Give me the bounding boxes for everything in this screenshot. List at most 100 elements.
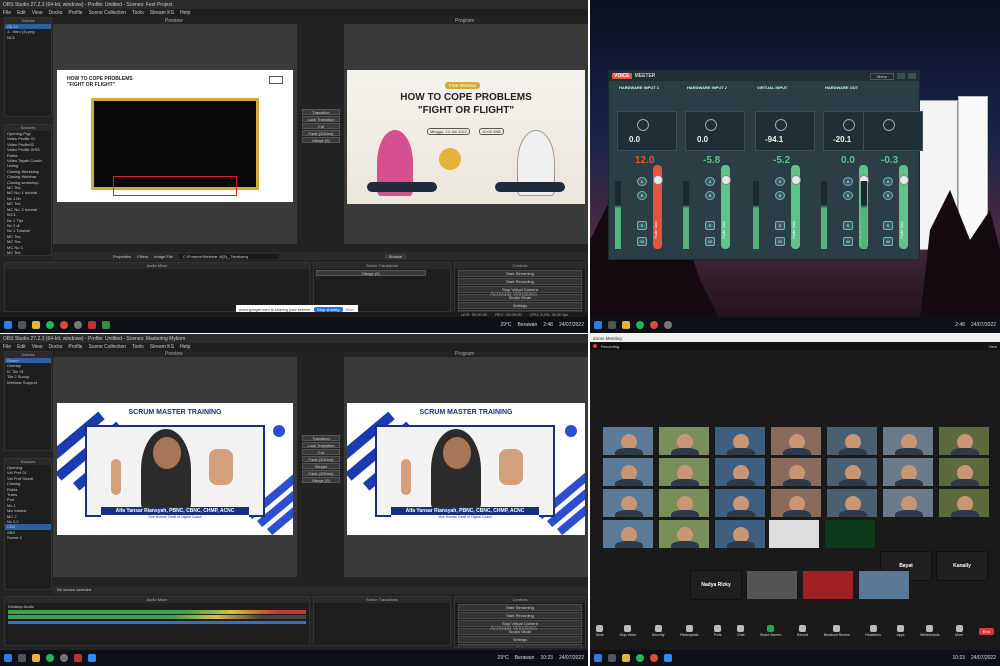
end-meeting-button[interactable]: End [978,627,994,635]
volume-slider[interactable] [8,621,306,624]
search-icon[interactable] [18,654,26,662]
menu-item[interactable]: Scene Collection [89,344,127,350]
transition-option[interactable]: Cut [302,123,340,129]
zoom-icon[interactable] [88,654,96,662]
search-icon[interactable] [608,654,616,662]
menu-item[interactable]: Stream KS [150,344,174,350]
search-icon[interactable] [608,321,616,329]
spotify-icon[interactable] [46,654,54,662]
transition-option[interactable]: Luck Transition [302,116,340,122]
toolbar-button[interactable]: Whiteboards [920,625,940,637]
app-icon[interactable] [88,321,96,329]
control-button[interactable]: Settings [458,636,582,643]
view-button[interactable]: View [988,344,997,349]
menu-item[interactable]: Scene Collection [89,10,127,16]
mute-button[interactable]: M [705,237,715,246]
knob-dial[interactable] [883,119,895,131]
fader-knob[interactable] [899,175,909,185]
spotify-icon[interactable] [636,321,644,329]
browse-button[interactable]: Browse [384,253,407,259]
mute-button[interactable]: M [775,237,785,246]
windows-start-icon[interactable] [4,654,12,662]
control-button[interactable]: Settings [458,302,582,309]
mute-button[interactable]: M [637,237,647,246]
solo-button[interactable]: S [775,221,785,230]
menu-item[interactable]: Docks [48,10,62,16]
file-explorer-icon[interactable] [32,321,40,329]
menu-item[interactable]: Docks [48,344,62,350]
bus-a-button[interactable]: A [637,177,647,186]
file-explorer-icon[interactable] [622,321,630,329]
windows-start-icon[interactable] [594,654,602,662]
source-item[interactable]: Info management [5,255,51,256]
toolbar-button[interactable]: Mute [596,625,604,637]
file-explorer-icon[interactable] [32,654,40,662]
menu-item[interactable]: File [3,344,11,350]
toolbar-button[interactable]: Record [797,625,808,637]
obs-icon[interactable] [664,321,672,329]
transition-option[interactable]: Stinger [302,463,340,469]
spotify-icon[interactable] [46,321,54,329]
menu-item[interactable]: View [32,10,43,16]
solo-button[interactable]: S [843,221,853,230]
control-button[interactable]: Exit [458,644,582,647]
source-item[interactable]: Scene 2 [5,535,51,540]
properties-button[interactable]: Properties [113,254,131,259]
menu-item[interactable]: Tools [132,10,144,16]
menu-item[interactable]: Profile [68,10,82,16]
mute-button[interactable]: M [843,237,853,246]
transition-option[interactable]: Merge (0) [302,477,340,483]
toolbar-button[interactable]: More [955,625,963,637]
menu-item[interactable]: Tools [132,344,144,350]
minimize-icon[interactable] [897,73,905,79]
menu-item[interactable]: Profile [68,344,82,350]
control-button[interactable]: Start Streaming [458,270,582,277]
bus-a-button[interactable]: A [705,177,715,186]
knob-dial[interactable] [843,119,855,131]
toolbar-button[interactable]: Apps [896,625,904,637]
menu-item[interactable]: Stream KS [150,10,174,16]
transition-option[interactable]: Fade (300ms) [302,130,340,136]
filters-button[interactable]: Filters [137,254,148,259]
knob-dial[interactable] [705,119,717,131]
transition-option[interactable]: Merge (0) [302,137,340,143]
toolbar-button[interactable]: Breakout Rooms [824,625,850,637]
fader-knob[interactable] [791,175,801,185]
vm-menu-button[interactable]: Menu [869,72,894,80]
file-explorer-icon[interactable] [622,654,630,662]
toolbar-button[interactable]: Participants [680,625,698,637]
knob-dial[interactable] [775,119,787,131]
toolbar-button[interactable]: Security [652,625,665,637]
transition-option[interactable]: Fade (300ms) [302,456,340,462]
bus-a-button[interactable]: A [775,177,785,186]
obs-icon[interactable] [74,321,82,329]
preview-canvas[interactable]: SCRUM MASTER TRAINING Alfa Yansar Riansya… [53,357,297,577]
search-icon[interactable] [18,321,26,329]
transition-select[interactable]: Merge (0) [316,270,426,276]
menu-item[interactable]: Help [180,10,190,16]
preview-canvas[interactable]: HOW TO COPE PROBLEMS "FIGHT OR FLIGHT" [53,24,297,244]
app-icon[interactable] [102,321,110,329]
menu-item[interactable]: View [32,344,43,350]
path-field[interactable]: C:/Fortune/Webinar 4/(5),_Tamfuanq [178,253,279,259]
toolbar-button[interactable]: Stop Video [619,625,636,637]
menu-item[interactable]: Edit [17,10,26,16]
toolbar-button[interactable]: Polls [714,625,722,637]
close-icon[interactable] [908,73,916,79]
bus-b-button[interactable]: B [637,191,647,200]
toolbar-button[interactable]: Chat [737,625,744,637]
bus-b-button[interactable]: B [883,191,893,200]
fader-knob[interactable] [721,175,731,185]
obs-icon[interactable] [60,654,68,662]
menu-item[interactable]: Help [180,344,190,350]
transition-option[interactable]: Transition [302,109,340,115]
mute-button[interactable]: M [883,237,893,246]
control-button[interactable]: Start Streaming [458,604,582,611]
solo-button[interactable]: S [705,221,715,230]
knob-dial[interactable] [637,119,649,131]
bus-b-button[interactable]: B [705,191,715,200]
app-icon[interactable] [74,654,82,662]
scene-item[interactable]: Webinar Support [5,380,51,385]
chrome-icon[interactable] [60,321,68,329]
control-button[interactable]: Start Recording [458,278,582,285]
